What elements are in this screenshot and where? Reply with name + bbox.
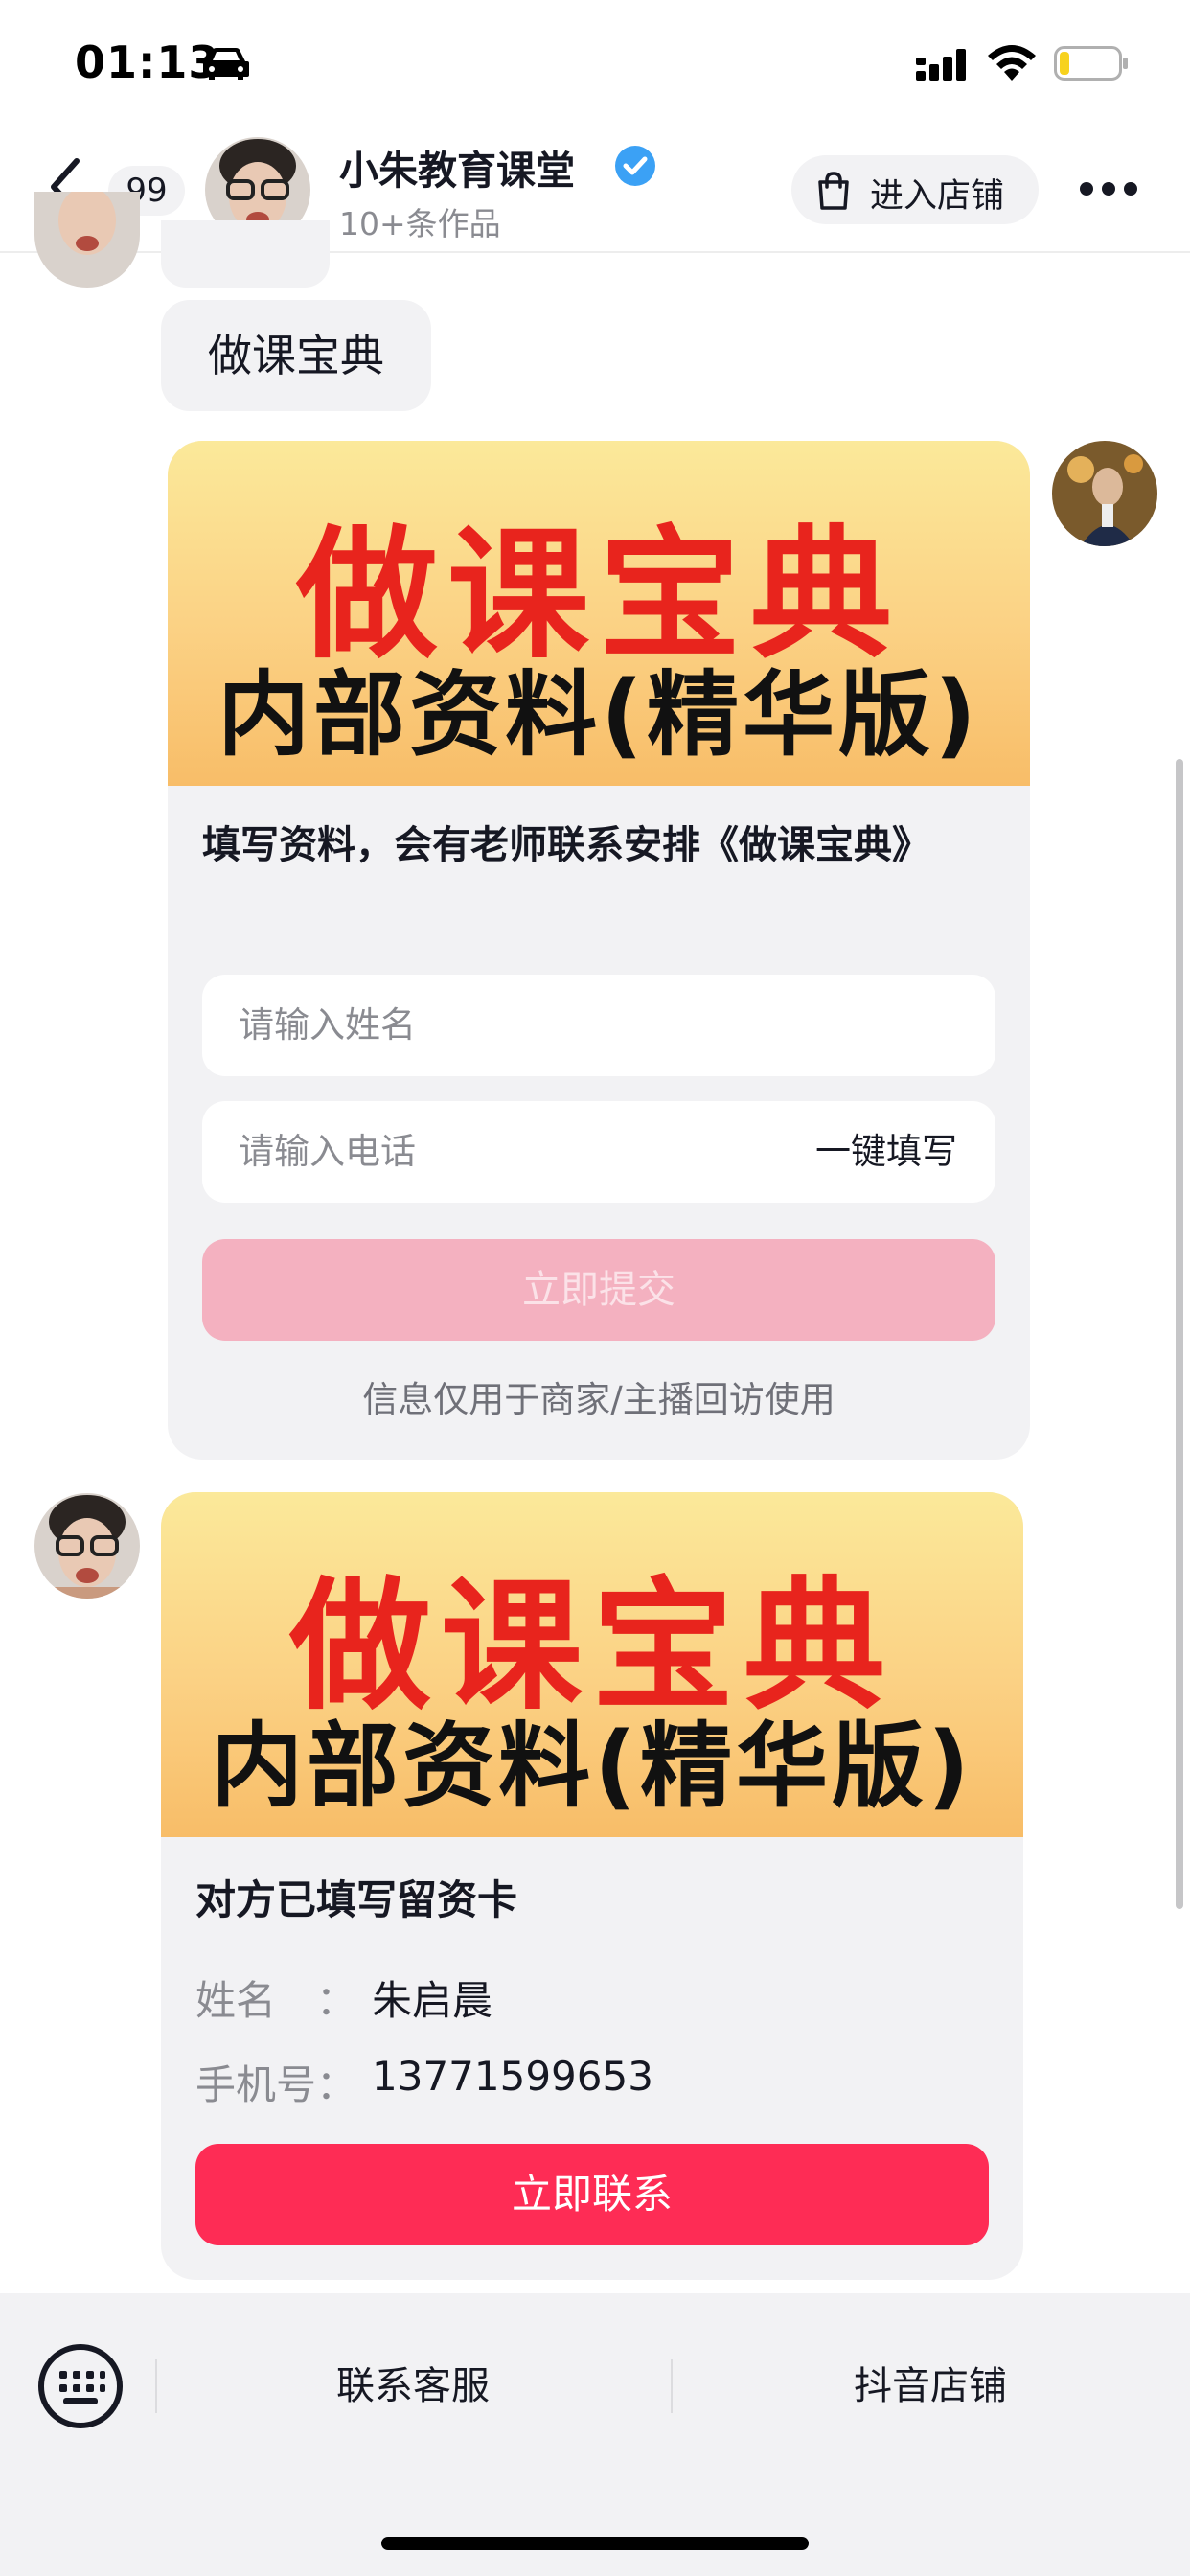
one-key-fill-button[interactable]: 一键填写 bbox=[815, 1101, 957, 1203]
filled-card-title: 对方已填写留资卡 bbox=[195, 1876, 518, 1923]
shop-avatar-message-2[interactable] bbox=[34, 1493, 140, 1598]
user-avatar[interactable] bbox=[1052, 441, 1157, 546]
shop-name[interactable]: 小朱教育课堂 bbox=[339, 138, 575, 196]
wifi-icon bbox=[988, 45, 1036, 80]
phone-label: 手机号： bbox=[195, 2061, 357, 2108]
message-bubble: 做课宝典 bbox=[161, 300, 431, 411]
message-bubble-partial bbox=[161, 220, 330, 288]
name-placeholder: 请输入姓名 bbox=[239, 1004, 416, 1046]
scrollbar[interactable] bbox=[1176, 759, 1183, 1909]
shop-avatar-message[interactable] bbox=[34, 192, 140, 288]
phone-value: 13771599653 bbox=[372, 2053, 653, 2100]
keyboard-icon[interactable] bbox=[36, 2342, 125, 2430]
battery-icon bbox=[1054, 46, 1128, 80]
privacy-note: 信息仅用于商家/主播回访使用 bbox=[362, 1379, 835, 1420]
enter-shop-label[interactable]: 进入店铺 bbox=[870, 169, 1004, 218]
bottom-divider-2 bbox=[671, 2359, 673, 2413]
douyin-store-link[interactable]: 抖音店铺 bbox=[772, 2359, 1088, 2413]
phone-input[interactable]: 请输入电话 一键填写 bbox=[202, 1101, 995, 1203]
verified-badge-icon bbox=[615, 146, 655, 186]
status-time: 01:13 bbox=[75, 36, 220, 88]
shopping-bag-icon bbox=[818, 172, 849, 210]
banner-subtitle-2: 内部资料(精华版) bbox=[211, 1713, 973, 1820]
signal-icon bbox=[916, 49, 966, 80]
contact-service-link[interactable]: 联系客服 bbox=[255, 2359, 571, 2413]
phone-placeholder: 请输入电话 bbox=[239, 1131, 416, 1172]
name-label: 姓名 ： bbox=[195, 1977, 357, 2024]
car-icon bbox=[203, 48, 249, 80]
name-value: 朱启晨 bbox=[372, 1977, 493, 2024]
home-indicator bbox=[381, 2537, 809, 2550]
contact-now-label: 立即联系 bbox=[511, 2171, 673, 2218]
banner-subtitle: 内部资料(精华版) bbox=[217, 661, 980, 769]
bottom-bar bbox=[0, 2293, 1190, 2576]
form-description: 填写资料，会有老师联系安排《做课宝典》 bbox=[202, 823, 930, 867]
works-count: 10+条作品 bbox=[339, 205, 501, 242]
lead-form-card: 做课宝典 内部资料(精华版) 填写资料，会有老师联系安排《做课宝典》 请输入姓名… bbox=[168, 441, 1030, 1460]
name-input[interactable]: 请输入姓名 bbox=[202, 975, 995, 1076]
more-dots-icon[interactable] bbox=[1079, 181, 1138, 196]
submit-button[interactable]: 立即提交 bbox=[202, 1239, 995, 1341]
contact-now-button[interactable]: 立即联系 bbox=[195, 2144, 989, 2245]
submit-label: 立即提交 bbox=[522, 1268, 675, 1312]
filled-lead-card: 做课宝典 内部资料(精华版) 对方已填写留资卡 姓名 ： 朱启晨 手机号： 13… bbox=[161, 1492, 1023, 2280]
card-banner: 做课宝典 内部资料(精华版) bbox=[168, 441, 1030, 786]
bottom-divider bbox=[155, 2359, 157, 2413]
card-banner-2: 做课宝典 内部资料(精华版) bbox=[161, 1492, 1023, 1837]
